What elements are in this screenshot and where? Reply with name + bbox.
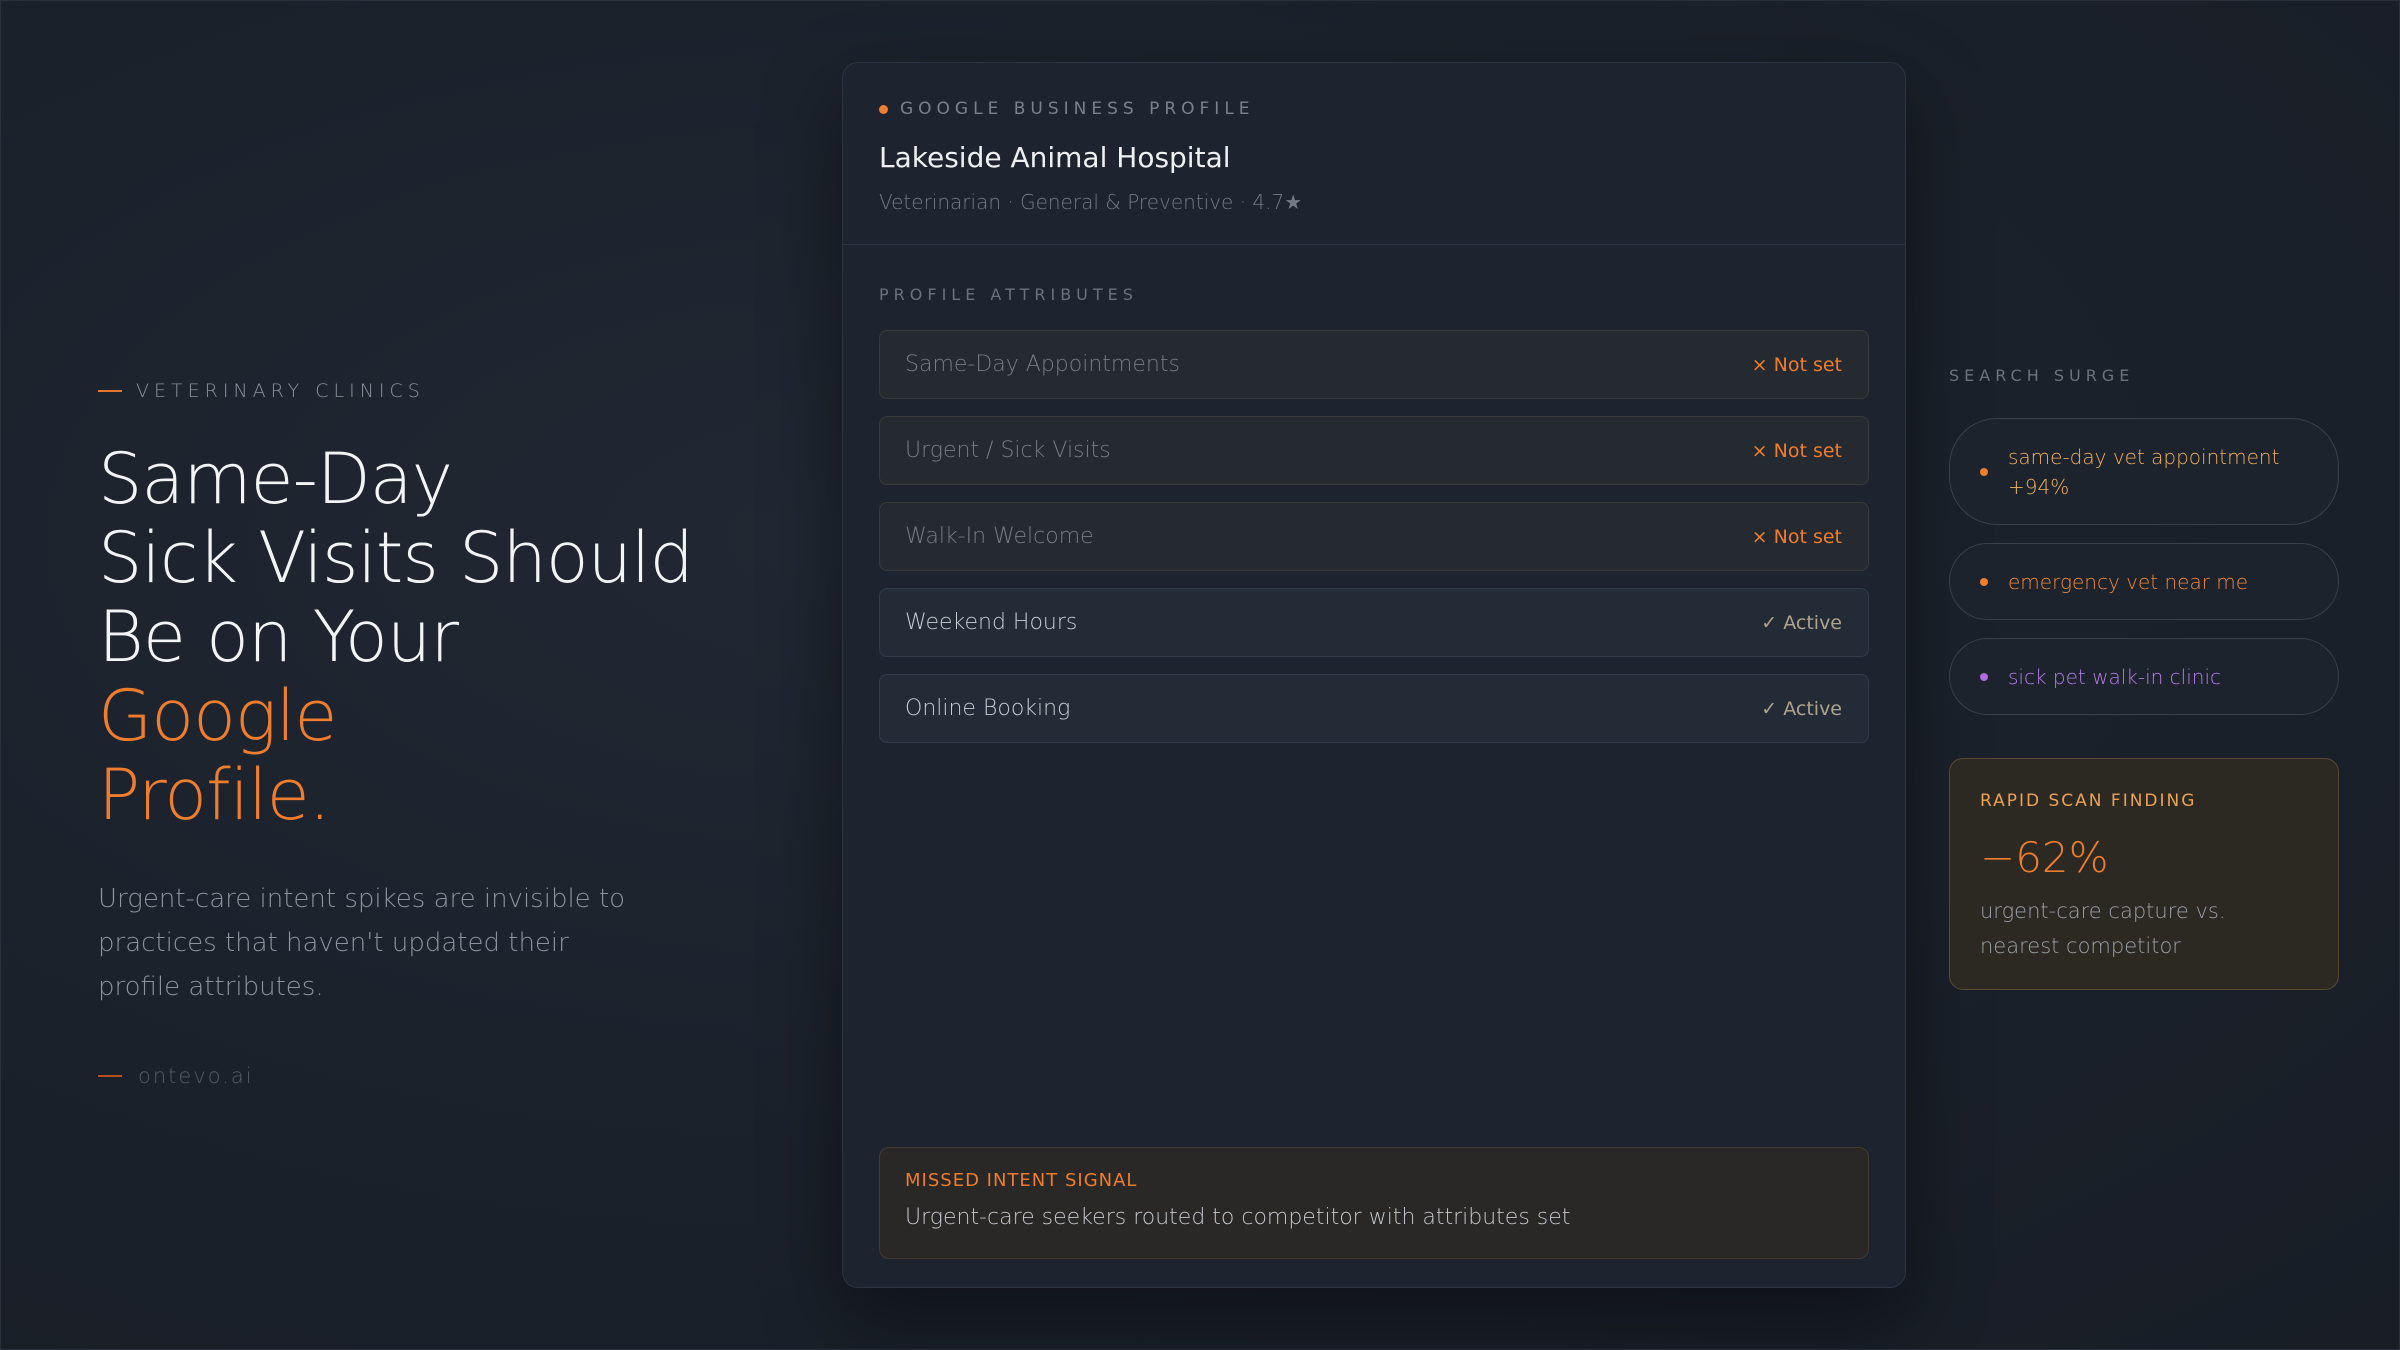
search-term-pill: emergency vet near me (1949, 543, 2339, 620)
search-term: same-day vet appointment (2008, 444, 2280, 469)
attribute-status-active: ✓ Active (1761, 611, 1842, 634)
attribute-status-not-set: × Not set (1751, 439, 1842, 462)
attribute-row[interactable]: Urgent / Sick Visits × Not set (879, 416, 1869, 485)
hero-description: Urgent-care intent spikes are invisible … (98, 884, 626, 1002)
status-dot-icon (879, 104, 888, 114)
missed-intent-body: Urgent-care seekers routed to competitor… (905, 1205, 1571, 1230)
business-name: Lakeside Animal Hospital (879, 141, 1231, 174)
brand-dash (98, 1075, 122, 1077)
attribute-row[interactable]: Online Booking ✓ Active (879, 674, 1869, 743)
finding-value: −62% (1980, 833, 2109, 882)
attribute-status-active: ✓ Active (1761, 697, 1842, 720)
bullet-dot-icon (1980, 577, 1988, 586)
business-meta: Veterinarian · General & Preventive · 4.… (879, 190, 1303, 214)
hero-section: VETERINARY CLINICS Same-Day Sick Visits … (98, 380, 718, 1009)
bullet-dot-icon (1980, 467, 1988, 476)
search-term-pill: same-day vet appointment +94% (1949, 418, 2339, 525)
attribute-row[interactable]: Walk-In Welcome × Not set (879, 502, 1869, 571)
attribute-row[interactable]: Weekend Hours ✓ Active (879, 588, 1869, 657)
brand-footer: ontevo.ai (98, 1064, 254, 1088)
business-profile-card: GOOGLE BUSINESS PROFILE Lakeside Animal … (842, 62, 1906, 1288)
search-term-change: +94% (2008, 474, 2070, 499)
card-header: GOOGLE BUSINESS PROFILE Lakeside Animal … (843, 63, 1905, 245)
headline-line: Be on Your (98, 596, 459, 678)
headline-line: Sick Visits Should (98, 517, 694, 599)
attribute-name: Same-Day Appointments (905, 352, 1180, 377)
headline: Same-Day Sick Visits Should Be on Your G… (98, 440, 718, 835)
attribute-status-not-set: × Not set (1751, 353, 1842, 376)
search-surge-heading: SEARCH SURGE (1949, 366, 2135, 385)
attributes-section: PROFILE ATTRIBUTES Same-Day Appointments… (843, 245, 1905, 743)
search-term-pill: sick pet walk-in clinic (1949, 638, 2339, 715)
attribute-status-not-set: × Not set (1751, 525, 1842, 548)
search-term: emergency vet near me (2008, 569, 2249, 594)
finding-description: urgent-care capture vs. nearest competit… (1980, 899, 2226, 958)
profile-source-text: GOOGLE BUSINESS PROFILE (900, 99, 1255, 119)
search-term-text: same-day vet appointment +94% (2008, 442, 2279, 502)
missed-intent-title: MISSED INTENT SIGNAL (905, 1170, 1138, 1191)
attributes-heading: PROFILE ATTRIBUTES (879, 285, 1138, 304)
attribute-name: Weekend Hours (905, 610, 1078, 635)
eyebrow-dash (98, 390, 122, 392)
bullet-dot-icon (1980, 672, 1988, 681)
headline-line: Same-Day (98, 438, 453, 520)
search-term: sick pet walk-in clinic (2008, 664, 2222, 689)
brand-name: ontevo.ai (138, 1064, 254, 1088)
attribute-name: Online Booking (905, 696, 1071, 721)
rapid-scan-finding-card: RAPID SCAN FINDING −62% urgent-care capt… (1949, 758, 2339, 990)
eyebrow: VETERINARY CLINICS (98, 380, 718, 402)
headline-accent-line: Google (98, 675, 337, 757)
attribute-name: Urgent / Sick Visits (905, 438, 1111, 463)
attribute-name: Walk-In Welcome (905, 524, 1094, 549)
finding-title: RAPID SCAN FINDING (1980, 791, 2197, 811)
attributes-list: Same-Day Appointments × Not set Urgent /… (879, 330, 1869, 743)
eyebrow-label: VETERINARY CLINICS (136, 380, 425, 402)
missed-intent-callout: MISSED INTENT SIGNAL Urgent-care seekers… (879, 1147, 1869, 1259)
attribute-row[interactable]: Same-Day Appointments × Not set (879, 330, 1869, 399)
profile-source-label: GOOGLE BUSINESS PROFILE (879, 99, 1869, 119)
headline-accent-line: Profile. (98, 754, 331, 836)
